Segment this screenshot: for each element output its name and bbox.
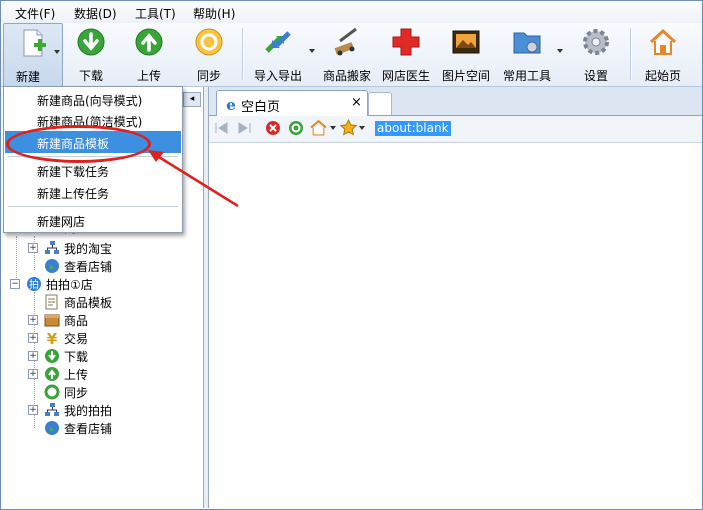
favorites-star-icon[interactable] xyxy=(340,119,357,136)
menu-help[interactable]: 帮助(H) xyxy=(193,5,235,22)
new-document-icon xyxy=(23,29,46,57)
ie-icon: e xyxy=(226,96,236,112)
collapse-panel-icon[interactable]: ◂ xyxy=(183,92,201,107)
toolbar-separator xyxy=(630,28,632,80)
home-icon xyxy=(649,28,677,55)
settings-button[interactable]: 设置 xyxy=(568,23,624,85)
import-export-button[interactable]: 导入导出 xyxy=(247,23,315,85)
tree-item-product-template[interactable]: 商品模板 xyxy=(28,293,178,311)
tree-expand-icon[interactable]: + xyxy=(28,243,38,253)
menu-item-new-product-wizard[interactable]: 新建商品(向导模式) xyxy=(5,88,181,110)
toolbar: 新建 下载 上传 同步 导入导出 商品搬家 网店医生 图片空间 常用工具 设置 … xyxy=(1,23,702,87)
address-bar xyxy=(209,116,702,143)
common-tools-dropdown-arrow-icon[interactable] xyxy=(557,49,563,53)
upload-arrow-icon xyxy=(135,28,163,56)
home-icon[interactable] xyxy=(310,119,327,136)
download-button[interactable]: 下载 xyxy=(63,23,119,85)
product-move-button[interactable]: 商品搬家 xyxy=(319,23,375,85)
sync-icon xyxy=(44,384,60,400)
image-space-button[interactable]: 图片空间 xyxy=(438,23,494,85)
tree-item-view-store[interactable]: 查看店铺 xyxy=(28,257,178,275)
sync-icon xyxy=(195,28,223,56)
tree-expand-icon[interactable]: + xyxy=(28,333,38,343)
stop-icon[interactable] xyxy=(265,120,281,136)
download-arrow-icon xyxy=(77,28,105,56)
upload-arrow-icon xyxy=(45,367,59,381)
annotation-arrow xyxy=(148,150,239,208)
upload-button[interactable]: 上传 xyxy=(121,23,177,85)
globe-icon xyxy=(45,259,59,273)
import-export-button-label: 导入导出 xyxy=(253,69,302,83)
image-space-button-label: 图片空间 xyxy=(441,69,490,83)
common-tools-button-label: 常用工具 xyxy=(502,69,551,83)
home-dropdown-arrow-icon[interactable] xyxy=(330,126,336,130)
start-page-button-label: 起始页 xyxy=(644,69,681,83)
tree-item-my-paipai[interactable]: + 我的拍拍 xyxy=(28,401,178,419)
common-tools-button[interactable]: 常用工具 xyxy=(499,23,563,85)
sync-button-label: 同步 xyxy=(196,69,221,83)
import-export-icon xyxy=(265,31,291,53)
tools-folder-icon xyxy=(513,32,541,54)
toolbar-separator xyxy=(242,28,244,80)
download-arrow-icon xyxy=(45,349,59,363)
forward-icon[interactable] xyxy=(236,120,252,136)
shop-doctor-button-label: 网店医生 xyxy=(381,69,430,83)
tree-item-sync[interactable]: 同步 xyxy=(28,383,178,401)
tree-expand-icon[interactable]: + xyxy=(28,405,38,415)
product-box-icon xyxy=(44,314,60,327)
tree-item-my-taobao[interactable]: + 我的淘宝 xyxy=(28,239,178,257)
tree-item-shop-root[interactable]: − 拍 拍拍①店 xyxy=(10,275,180,293)
yen-icon: ¥ xyxy=(47,330,58,346)
upload-button-label: 上传 xyxy=(136,69,161,83)
menu-bar: 文件(F) 数据(D) 工具(T) 帮助(H) xyxy=(1,1,702,24)
new-dropdown-arrow-icon[interactable] xyxy=(54,50,60,54)
new-tab-button[interactable] xyxy=(368,92,392,115)
browser-content-area[interactable] xyxy=(209,143,702,508)
tree-expand-icon[interactable]: + xyxy=(28,351,38,361)
import-export-dropdown-arrow-icon[interactable] xyxy=(309,49,315,53)
tab-title: 空白页 xyxy=(241,100,281,115)
back-icon[interactable] xyxy=(214,120,230,136)
url-field[interactable]: about:blank xyxy=(375,121,451,136)
menu-tools[interactable]: 工具(T) xyxy=(135,5,176,22)
gear-icon xyxy=(583,29,609,55)
network-icon xyxy=(45,403,59,416)
settings-button-label: 设置 xyxy=(583,69,608,83)
favorites-dropdown-arrow-icon[interactable] xyxy=(359,126,365,130)
tree-expand-icon[interactable]: + xyxy=(28,315,38,325)
template-icon xyxy=(45,294,58,310)
tree-item-trades[interactable]: + ¥ 交易 xyxy=(28,329,178,347)
product-move-button-label: 商品搬家 xyxy=(322,69,371,83)
tree-expand-icon[interactable]: + xyxy=(28,369,38,379)
svg-text:¥: ¥ xyxy=(47,330,58,346)
tree-item-upload[interactable]: + 上传 xyxy=(28,365,178,383)
new-button[interactable]: 新建 xyxy=(3,23,63,87)
svg-text:拍: 拍 xyxy=(29,278,39,291)
svg-text:e: e xyxy=(226,96,236,112)
tree-item-download[interactable]: + 下载 xyxy=(28,347,178,365)
menu-file[interactable]: 文件(F) xyxy=(15,5,55,22)
tree-item-products[interactable]: + 商品 xyxy=(28,311,178,329)
tree-item-view-store[interactable]: 查看店铺 xyxy=(28,419,178,437)
image-space-icon xyxy=(452,30,480,54)
annotation-ellipse xyxy=(6,125,151,163)
new-button-label: 新建 xyxy=(15,70,40,84)
sync-button[interactable]: 同步 xyxy=(181,23,237,85)
close-tab-icon[interactable]: × xyxy=(351,95,362,110)
menu-data[interactable]: 数据(D) xyxy=(74,5,117,22)
tab-blank-page[interactable]: e 空白页 × xyxy=(216,90,368,117)
paipai-shop-icon: 拍 xyxy=(27,277,41,291)
shop-doctor-button[interactable]: 网店医生 xyxy=(378,23,434,85)
refresh-icon[interactable] xyxy=(288,120,304,136)
start-page-button[interactable]: 起始页 xyxy=(635,23,691,85)
download-button-label: 下载 xyxy=(78,69,103,83)
red-cross-icon xyxy=(392,28,420,56)
product-move-icon xyxy=(334,27,357,56)
tree-collapse-icon[interactable]: − xyxy=(10,279,20,289)
network-icon xyxy=(45,241,59,254)
globe-icon xyxy=(45,421,59,435)
